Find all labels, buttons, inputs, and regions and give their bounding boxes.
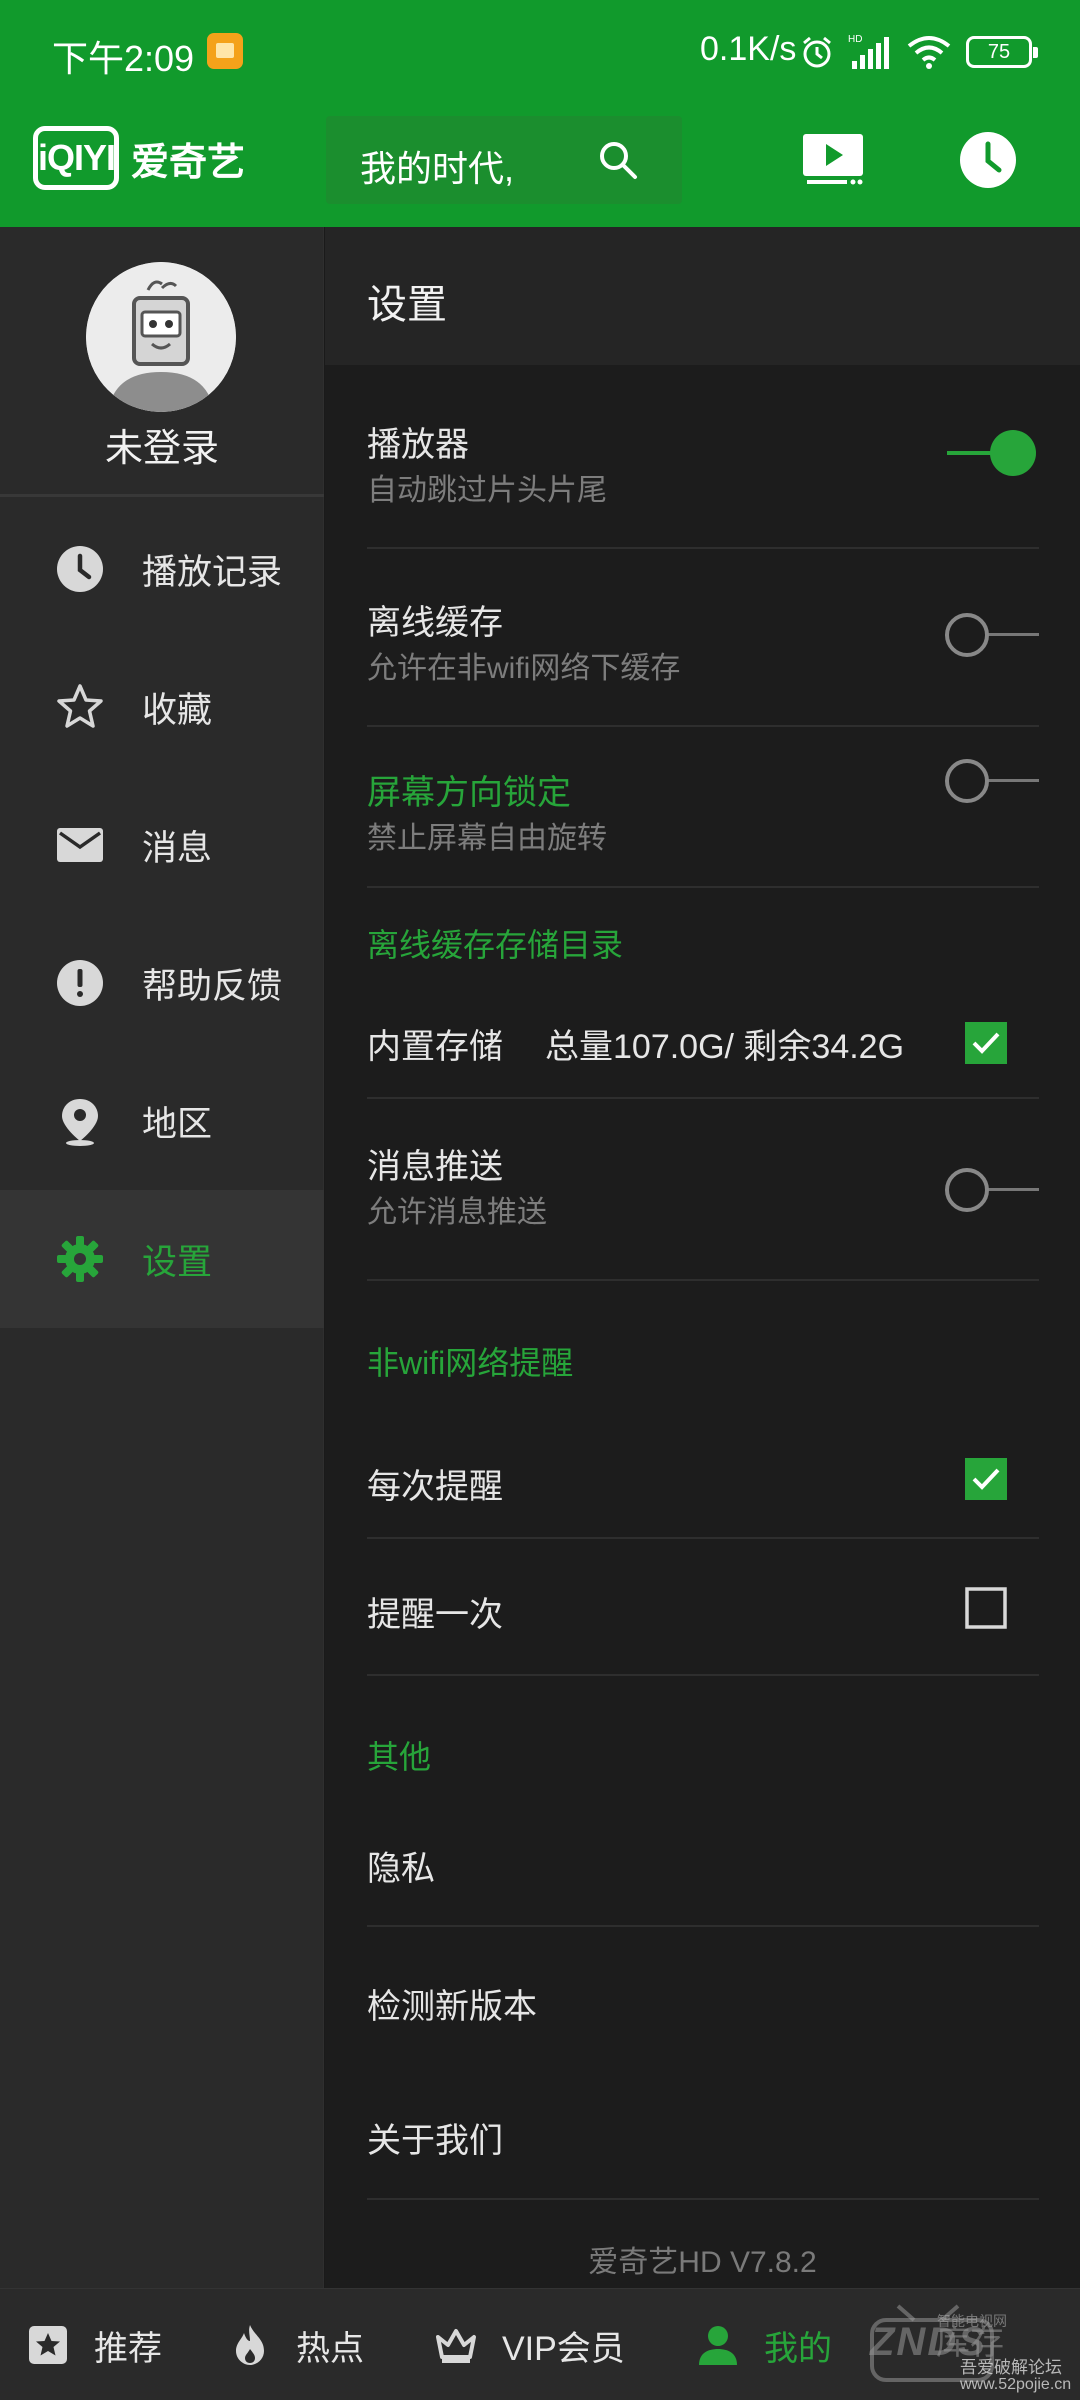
tab-mine[interactable]: 我的 bbox=[696, 2289, 832, 2400]
setting-title: 屏幕方向锁定 bbox=[367, 774, 571, 812]
watermark-url: www.52pojie.cn bbox=[960, 2376, 1072, 2393]
section-wifi-header: 非wifi网络提醒 bbox=[367, 1345, 574, 1381]
notification-icon bbox=[207, 33, 243, 69]
play-screen-icon[interactable] bbox=[797, 124, 869, 196]
storage-name: 内置存储 bbox=[367, 1028, 503, 1066]
status-time: 下午2:09 bbox=[52, 38, 195, 79]
setting-internal-storage[interactable]: 内置存储 总量107.0G/ 剩余34.2G bbox=[367, 987, 1039, 1099]
section-storage-header: 离线缓存存储目录 bbox=[367, 927, 624, 963]
history-clock-icon[interactable] bbox=[952, 124, 1024, 196]
crown-icon bbox=[436, 2329, 476, 2363]
setting-subtitle: 允许消息推送 bbox=[367, 1196, 547, 1229]
alert-icon bbox=[57, 960, 103, 1006]
app-header: iQIYI 爱奇艺 我的时代, bbox=[0, 104, 1080, 227]
player-toggle[interactable] bbox=[943, 427, 1039, 479]
star-icon bbox=[57, 684, 103, 728]
drawer-item-label: 设置 bbox=[142, 1242, 213, 1282]
watermark-forum: 吾爱破解论坛 bbox=[960, 2358, 1062, 2377]
setting-player[interactable]: 播放器 自动跳过片头片尾 bbox=[367, 365, 1039, 549]
setting-title: 提醒一次 bbox=[367, 1596, 503, 1634]
clock-icon bbox=[57, 546, 103, 592]
search-box[interactable]: 我的时代, bbox=[326, 116, 682, 204]
wifi-icon bbox=[907, 36, 951, 69]
user-profile[interactable]: 未登录 bbox=[0, 227, 324, 497]
drawer-nav: 播放记录 收藏 消息 帮助反馈 地区 设置 bbox=[0, 500, 324, 1328]
flame-icon bbox=[236, 2325, 264, 2365]
section-other-header: 其他 bbox=[367, 1739, 432, 1775]
screen-lock-toggle[interactable] bbox=[943, 755, 1039, 807]
logo-mark: iQIYI bbox=[33, 126, 119, 190]
drawer-item-label: 消息 bbox=[142, 828, 213, 868]
setting-title: 检测新版本 bbox=[367, 1988, 537, 2026]
search-input[interactable]: 我的时代, bbox=[360, 140, 514, 192]
setting-push[interactable]: 消息推送 允许消息推送 bbox=[367, 1099, 1039, 1281]
offline-cache-toggle[interactable] bbox=[943, 609, 1039, 661]
tab-recommend[interactable]: 推荐 bbox=[26, 2289, 162, 2400]
remind-every-checkbox[interactable] bbox=[965, 1458, 1007, 1500]
tab-label: 热点 bbox=[296, 2329, 364, 2368]
setting-subtitle: 自动跳过片头片尾 bbox=[367, 474, 607, 507]
drawer-item-region[interactable]: 地区 bbox=[0, 1052, 324, 1190]
star-badge-icon bbox=[29, 2326, 67, 2364]
search-icon[interactable] bbox=[596, 138, 640, 182]
settings-title-bar: 设置 bbox=[325, 227, 1080, 365]
app-version: 爱奇艺HD V7.8.2 bbox=[588, 2246, 817, 2279]
person-icon bbox=[699, 2326, 737, 2365]
storage-info: 总量107.0G/ 剩余34.2G bbox=[545, 1028, 905, 1066]
setting-check-update[interactable]: 检测新版本 bbox=[367, 1927, 1039, 2061]
gear-icon bbox=[57, 1236, 103, 1282]
tab-label: VIP会员 bbox=[502, 2329, 625, 2368]
settings-panel: 设置 播放器 自动跳过片头片尾 离线缓存 允许在非wifi网络下缓存 屏幕方向锁… bbox=[325, 227, 1080, 2288]
setting-about[interactable]: 关于我们 bbox=[367, 2061, 1039, 2200]
network-speed: 0.1K/s bbox=[700, 30, 797, 68]
drawer-item-history[interactable]: 播放记录 bbox=[0, 500, 324, 638]
iqiyi-logo[interactable]: iQIYI 爱奇艺 bbox=[33, 126, 245, 190]
avatar[interactable] bbox=[86, 262, 236, 412]
drawer-item-label: 收藏 bbox=[142, 690, 213, 730]
svg-text:HD: HD bbox=[848, 34, 862, 45]
robot-avatar-icon bbox=[86, 262, 236, 412]
battery-indicator: 75 bbox=[966, 36, 1038, 68]
setting-title: 播放器 bbox=[367, 426, 469, 464]
setting-subtitle: 允许在非wifi网络下缓存 bbox=[367, 652, 681, 685]
signal-icon: HD bbox=[848, 34, 889, 69]
drawer-item-label: 播放记录 bbox=[142, 552, 283, 592]
status-icons: HD 75 bbox=[800, 24, 1038, 80]
side-drawer: 未登录 播放记录 收藏 消息 帮助反馈 地区 设置 bbox=[0, 227, 324, 2288]
setting-screen-lock[interactable]: 屏幕方向锁定 禁止屏幕自由旋转 bbox=[367, 727, 1039, 888]
setting-subtitle: 禁止屏幕自由旋转 bbox=[367, 822, 607, 855]
status-bar: 下午2:09 0.1K/s HD 75 bbox=[0, 0, 1080, 104]
logo-text: 爱奇艺 bbox=[131, 141, 246, 184]
setting-title: 隐私 bbox=[367, 1850, 435, 1888]
storage-checkbox[interactable] bbox=[965, 1022, 1007, 1064]
login-status[interactable]: 未登录 bbox=[0, 417, 324, 472]
setting-title: 离线缓存 bbox=[367, 604, 503, 642]
drawer-item-messages[interactable]: 消息 bbox=[0, 776, 324, 914]
drawer-item-label: 地区 bbox=[142, 1104, 213, 1144]
drawer-item-settings[interactable]: 设置 bbox=[0, 1190, 324, 1328]
alarm-icon bbox=[803, 36, 831, 68]
drawer-item-label: 帮助反馈 bbox=[142, 966, 283, 1006]
tab-vip[interactable]: VIP会员 bbox=[434, 2289, 625, 2400]
tab-hot[interactable]: 热点 bbox=[228, 2289, 364, 2400]
location-icon bbox=[62, 1099, 98, 1146]
setting-title: 每次提醒 bbox=[367, 1468, 503, 1506]
tab-label: 我的 bbox=[764, 2329, 832, 2368]
push-toggle[interactable] bbox=[943, 1164, 1039, 1216]
app-top-bar: 下午2:09 0.1K/s HD 75 iQIYI 爱奇艺 我的时代, bbox=[0, 0, 1080, 227]
setting-remind-once[interactable]: 提醒一次 bbox=[367, 1539, 1039, 1676]
setting-privacy[interactable]: 隐私 bbox=[367, 1797, 1039, 1927]
setting-title: 关于我们 bbox=[367, 2122, 503, 2160]
tab-label: 推荐 bbox=[94, 2329, 162, 2368]
drawer-item-favorites[interactable]: 收藏 bbox=[0, 638, 324, 776]
setting-remind-every[interactable]: 每次提醒 bbox=[367, 1419, 1039, 1539]
setting-offline-cache[interactable]: 离线缓存 允许在非wifi网络下缓存 bbox=[367, 549, 1039, 727]
page-title: 设置 bbox=[367, 283, 447, 327]
setting-title: 消息推送 bbox=[367, 1148, 503, 1186]
remind-once-checkbox[interactable] bbox=[965, 1587, 1007, 1629]
drawer-item-help[interactable]: 帮助反馈 bbox=[0, 914, 324, 1052]
mail-icon bbox=[57, 828, 103, 862]
